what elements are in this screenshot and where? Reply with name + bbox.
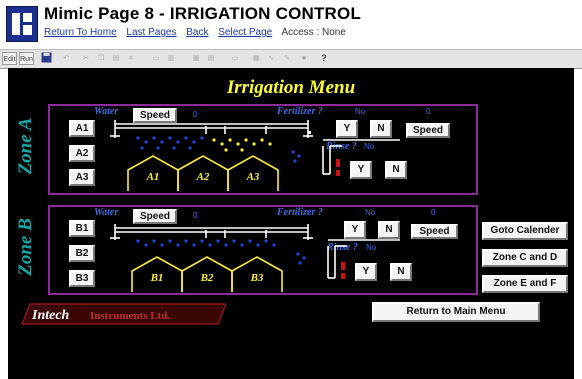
save-icon[interactable] [40,52,53,65]
nav-links: Return To Home Last Pages Back Select Pa… [44,27,346,38]
run-button[interactable]: Run [19,52,34,65]
zone-b-water-drops [136,239,306,265]
toolbar: Edit Run ↶ ✂ ❐ ▤ ✕ ▭ ▥ ▦ ▤ ▭ ▦ ∿ ✎ ■ ? [0,49,582,69]
return-home-link[interactable]: Return To Home [44,27,117,38]
chart-icon[interactable]: ▦ [250,52,262,65]
mimic-canvas: Irrigation Menu Zone A Zone B A1 A2 A3 B… [8,68,574,379]
zone-a-rinse-valve-2 [336,170,340,176]
align-icon[interactable]: ▥ [165,52,177,65]
tools-icon[interactable]: ✎ [280,52,294,65]
return-to-main-menu-button[interactable]: Return to Main Menu [372,302,540,322]
zone-a-rinse-valve [336,159,340,167]
last-pages-link[interactable]: Last Pages [126,27,176,38]
delete-icon[interactable]: ✕ [125,52,137,65]
zone-b-rinse-valve [341,262,345,270]
zone-a-valve [308,131,311,134]
zone-a-fertilizer-dots [212,138,272,152]
cut-icon[interactable]: ✂ [80,52,92,65]
house-a2-label: A2 [196,171,210,183]
house-b1-label: B1 [150,272,164,284]
edit-button[interactable]: Edit [2,52,17,65]
logo-company-text: Instruments Ltd. [90,310,170,322]
goto-calender-button[interactable]: Goto Calender [482,222,568,240]
paste-icon[interactable]: ▤ [110,52,122,65]
window-icon[interactable]: ▭ [150,52,162,65]
house-a1-label: A1 [146,171,160,183]
help-icon[interactable]: ? [318,52,330,65]
layout-icon[interactable]: ▤ [205,52,217,65]
logo-brand-text: Intech [31,308,70,323]
grid-icon[interactable]: ▦ [190,52,202,65]
house-b3-label: B3 [250,272,264,284]
select-page-link[interactable]: Select Page [218,27,272,38]
title-bar: Mimic Page 8 - IRRIGATION CONTROL Return… [0,0,582,48]
app-logo-icon [6,6,38,42]
zone-a-water-drops [136,136,301,163]
copy-icon[interactable]: ❐ [95,52,107,65]
zone-b-pipes [110,224,400,279]
zone-e-and-f-button[interactable]: Zone E and F [482,275,568,293]
zone-c-and-d-button[interactable]: Zone C and D [482,249,568,267]
panel-icon[interactable]: ▭ [228,52,242,65]
back-link[interactable]: Back [186,27,208,38]
house-a3-label: A3 [246,171,260,183]
window-title: Mimic Page 8 - IRRIGATION CONTROL [44,4,362,23]
undo-icon[interactable]: ↶ [60,52,72,65]
access-level: Access : None [281,27,346,38]
block-icon[interactable]: ■ [298,52,310,65]
zone-b-rinse-valve-2 [341,273,345,279]
zone-a-pipes [110,120,400,175]
intech-logo: Intech Instruments Ltd. [18,302,227,328]
wave-icon[interactable]: ∿ [265,52,277,65]
house-b2-label: B2 [200,272,214,284]
